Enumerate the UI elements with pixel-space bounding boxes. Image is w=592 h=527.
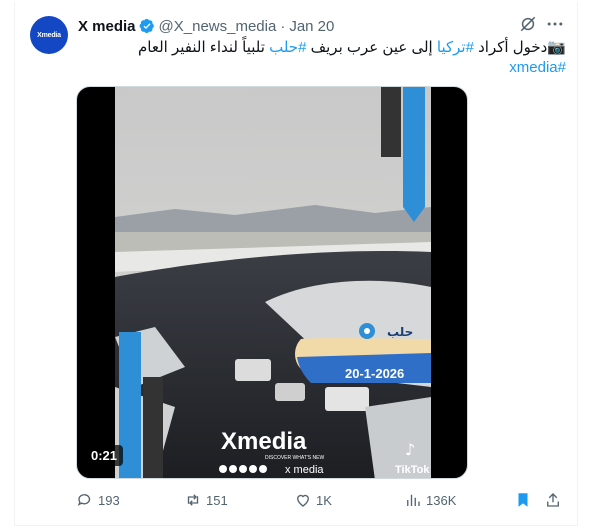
camera-emoji: 📷 — [547, 39, 566, 56]
video-frame[interactable]: حلب 20-1-2026 Xmedia DISCOVER WHAT'S NEW… — [115, 87, 431, 478]
reply-button[interactable]: 193 — [76, 490, 120, 510]
video-thumbnail: حلب 20-1-2026 Xmedia DISCOVER WHAT'S NEW… — [115, 87, 431, 478]
repost-count: 151 — [206, 492, 228, 508]
text-segment: إلى عين عرب بريف — [306, 39, 437, 56]
video-location-label: حلب — [387, 325, 413, 339]
tweet-text-line: 📷دخول أكراد #تركيا إلى عين عرب بريف #حلب… — [96, 38, 566, 58]
share-button[interactable] — [544, 490, 562, 510]
avatar-logo-text: Xmedia — [37, 31, 61, 39]
author-name[interactable]: X media — [78, 18, 136, 35]
hashtag-xmedia[interactable]: #xmedia — [509, 59, 566, 76]
like-count: 1K — [316, 492, 332, 508]
more-options-icon[interactable] — [544, 14, 566, 36]
video-watermark-tagline: DISCOVER WHAT'S NEW — [265, 455, 324, 461]
video-date-label: 20-1-2026 — [345, 366, 404, 381]
bookmark-icon — [518, 493, 528, 507]
tweet-text: 📷دخول أكراد #تركيا إلى عين عرب بريف #حلب… — [96, 38, 566, 78]
grok-icon[interactable] — [518, 14, 540, 36]
tiktok-watermark: TikTok — [395, 464, 430, 476]
video-duration: 0:21 — [85, 445, 124, 466]
avatar[interactable]: Xmedia — [30, 16, 68, 54]
text-segment: دخول أكراد — [473, 39, 548, 56]
repost-button[interactable]: 151 — [184, 490, 228, 510]
tweet-text-line: #xmedia — [96, 58, 566, 78]
heart-icon — [297, 494, 309, 507]
views-button[interactable]: 136K — [404, 490, 456, 510]
video-player[interactable]: حلب 20-1-2026 Xmedia DISCOVER WHAT'S NEW… — [76, 86, 468, 479]
action-bar: 193 151 1K 136K — [76, 490, 562, 512]
separator-dot: · — [280, 17, 286, 35]
video-watermark-small: x media — [285, 464, 324, 476]
hashtag-aleppo[interactable]: #حلب — [269, 39, 306, 56]
like-button[interactable]: 1K — [294, 490, 332, 510]
verified-badge-icon — [139, 18, 155, 34]
tiktok-icon: ♪ — [405, 440, 415, 459]
author-handle[interactable]: @X_news_media — [159, 18, 277, 35]
text-segment: تلبياً لنداء النفير العام — [137, 39, 270, 56]
post-date[interactable]: Jan 20 — [289, 18, 334, 35]
bookmark-button[interactable] — [514, 490, 532, 510]
tweet-header: X media @X_news_media · Jan 20 — [78, 16, 334, 36]
views-chart-icon — [407, 494, 420, 506]
reply-icon — [77, 494, 91, 506]
video-watermark: Xmedia — [221, 428, 307, 455]
reply-count: 193 — [98, 492, 120, 508]
hashtag-turkey[interactable]: #تركيا — [437, 39, 474, 56]
repost-icon — [187, 494, 199, 506]
share-icon — [547, 493, 559, 507]
views-count: 136K — [426, 492, 457, 508]
